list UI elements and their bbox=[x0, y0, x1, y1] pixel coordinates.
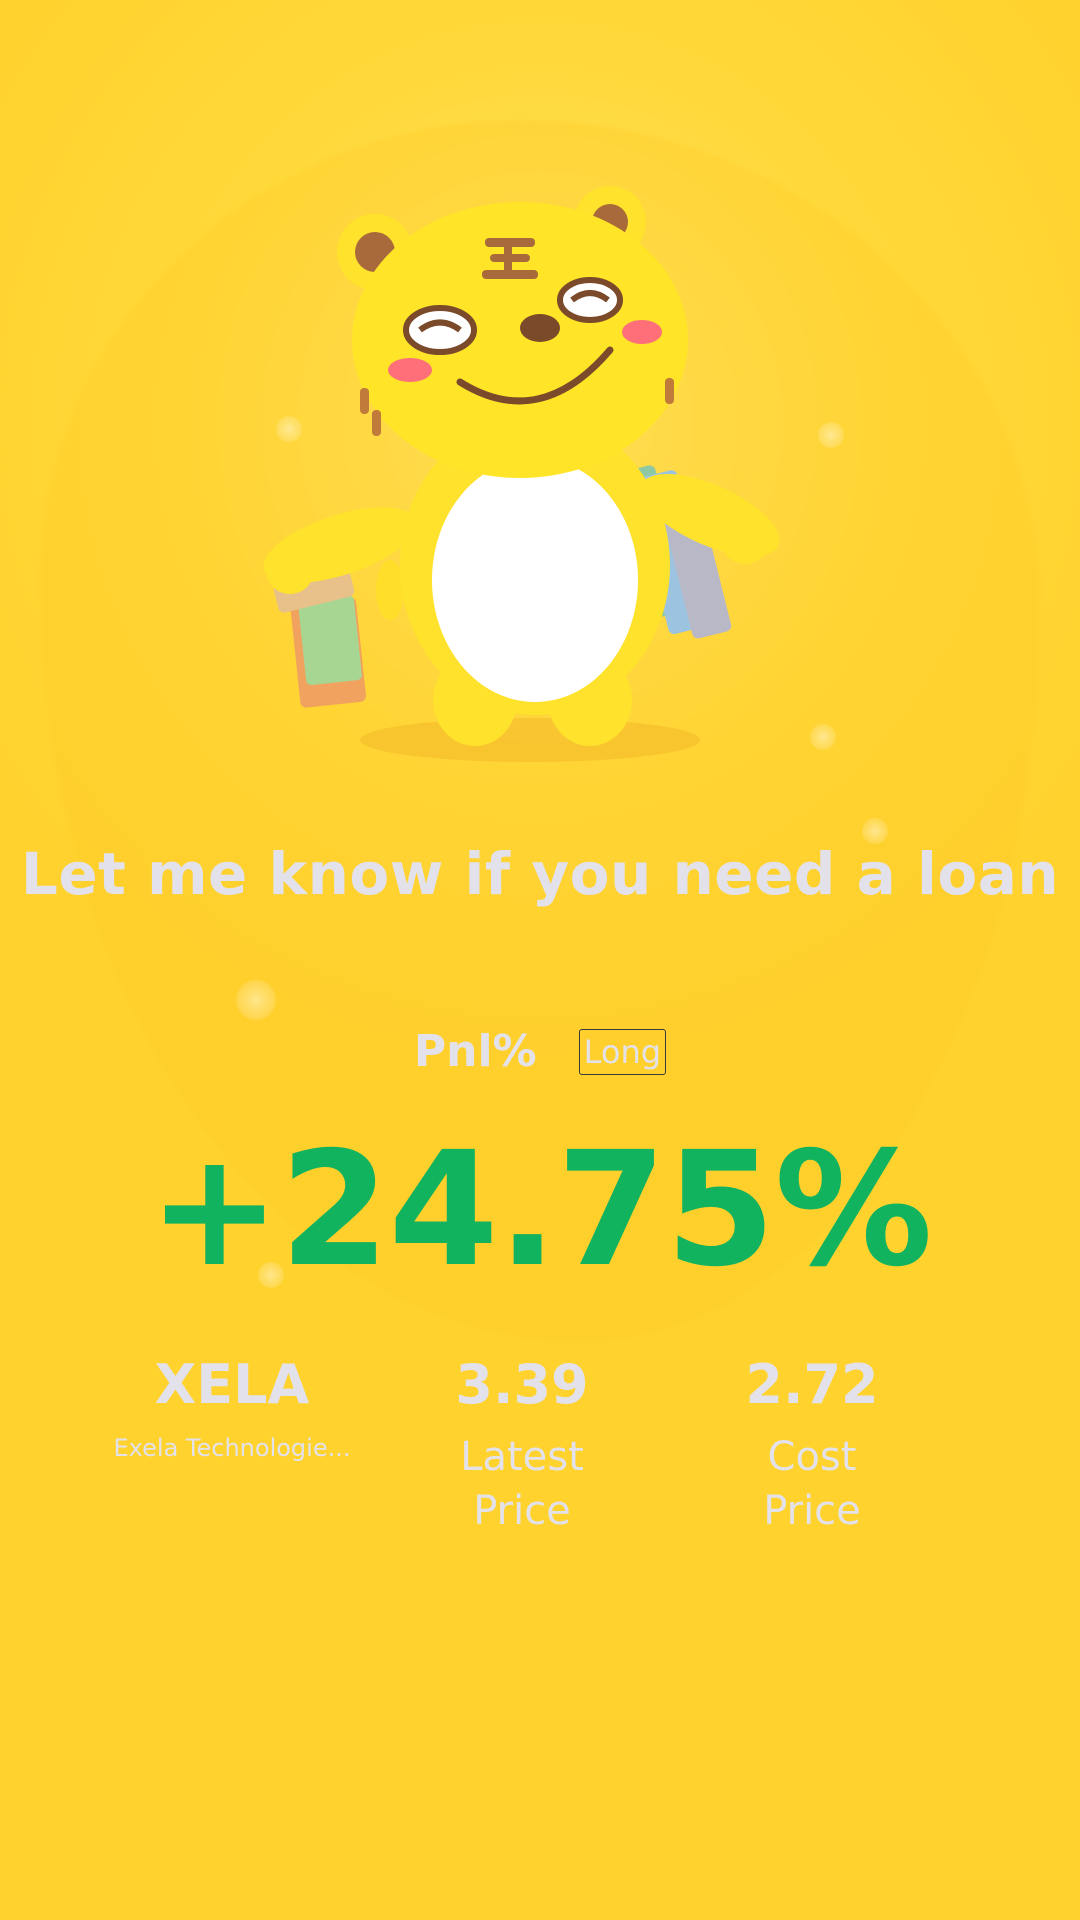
tiger-mascot-icon bbox=[263, 186, 780, 762]
position-side-badge: Long bbox=[578, 1028, 667, 1075]
sparkle bbox=[818, 422, 844, 448]
headline: Let me know if you need a loan bbox=[20, 840, 1060, 908]
cost-price-label: Cost Price bbox=[763, 1434, 861, 1534]
stock-name: Exela Technologie... bbox=[113, 1434, 351, 1462]
latest-price-value: 3.39 bbox=[455, 1353, 589, 1416]
pnl-header: Pnl% Long bbox=[0, 1026, 1080, 1077]
position-stats: XELA Exela Technologie... 3.39 Latest Pr… bbox=[87, 1352, 957, 1538]
stock-symbol: XELA bbox=[154, 1353, 310, 1416]
sparkle bbox=[810, 724, 836, 750]
cost-price-value: 2.72 bbox=[745, 1353, 879, 1416]
sparkle bbox=[236, 980, 276, 1020]
stock-stat: XELA Exela Technologie... bbox=[87, 1352, 377, 1538]
latest-price-stat: 3.39 Latest Price bbox=[377, 1352, 667, 1538]
pnl-label: Pnl% bbox=[413, 1026, 537, 1077]
cost-price-stat: 2.72 Cost Price bbox=[667, 1352, 957, 1538]
pnl-percentage: +24.75% bbox=[148, 1118, 932, 1302]
latest-price-label: Latest Price bbox=[460, 1434, 584, 1534]
